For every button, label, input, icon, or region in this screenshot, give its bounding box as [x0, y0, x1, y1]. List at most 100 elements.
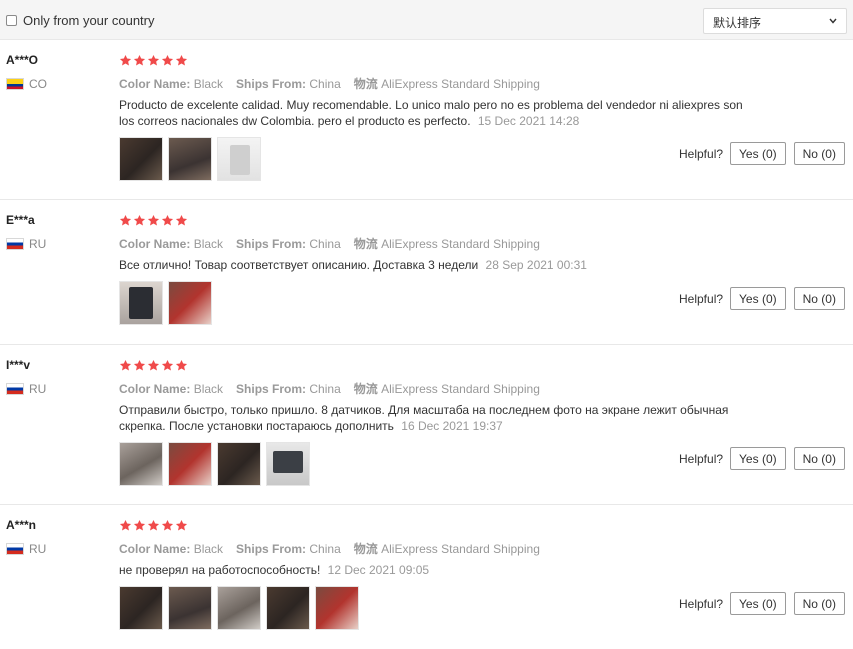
helpful-vote: Helpful? Yes (0) No (0)	[679, 447, 845, 470]
color-name-label: Color Name:	[119, 382, 191, 396]
review-item: A***n RU Color Name: Black Ships From: Ch…	[0, 505, 853, 649]
review-date: 15 Dec 2021 14:28	[477, 114, 580, 128]
helpful-yes-button[interactable]: Yes (0)	[730, 592, 786, 615]
country-checkbox[interactable]	[6, 15, 17, 26]
star-rating	[119, 519, 188, 532]
star-icon	[175, 54, 188, 66]
star-icon	[119, 214, 132, 226]
review-photo-thumbnail[interactable]	[217, 586, 261, 630]
review-photo-thumbnail[interactable]	[168, 281, 212, 325]
reviewer-country: CO	[6, 77, 47, 91]
star-icon	[147, 54, 160, 66]
ships-from-value: China	[309, 542, 341, 556]
order-info: Color Name: Black Ships From: China 物流 Ali…	[119, 540, 540, 557]
shipping-method-value: AliExpress Standard Shipping	[381, 382, 540, 396]
russia-flag-icon	[6, 543, 24, 555]
order-info: Color Name: Black Ships From: China 物流 Ali…	[119, 75, 540, 92]
review-photo-thumbnail[interactable]	[266, 442, 310, 486]
logistics-label: 物流	[353, 77, 378, 91]
star-rating	[119, 214, 188, 227]
reviewer-name: A***n	[6, 518, 37, 532]
helpful-vote: Helpful? Yes (0) No (0)	[679, 592, 845, 615]
helpful-yes-button[interactable]: Yes (0)	[730, 447, 786, 470]
color-value: Black	[193, 77, 224, 91]
helpful-no-button[interactable]: No (0)	[793, 287, 845, 310]
review-item: I***v RU Color Name: Black Ships From: Ch…	[0, 345, 853, 505]
shipping-method-value: AliExpress Standard Shipping	[381, 237, 540, 251]
logistics-label: 物流	[353, 237, 378, 251]
chevron-down-icon	[829, 18, 837, 24]
review-photo-thumbnail[interactable]	[119, 586, 163, 630]
helpful-no-button[interactable]: No (0)	[793, 142, 845, 165]
review-photo-thumbnail[interactable]	[168, 442, 212, 486]
star-icon	[161, 519, 174, 531]
shipping-method-value: AliExpress Standard Shipping	[381, 77, 540, 91]
order-info: Color Name: Black Ships From: China 物流 Ali…	[119, 380, 540, 397]
helpful-label: Helpful?	[679, 451, 724, 466]
ships-from-label: Ships From:	[236, 237, 307, 251]
review-photo-thumbnail[interactable]	[119, 137, 163, 181]
reviewer-country: RU	[6, 382, 46, 396]
review-photo-thumbnail[interactable]	[217, 137, 261, 181]
ships-from-value: China	[309, 237, 341, 251]
star-icon	[175, 519, 188, 531]
review-text: Все отлично! Товар соответствует описани…	[119, 258, 479, 272]
helpful-no-button[interactable]: No (0)	[793, 447, 845, 470]
helpful-label: Helpful?	[679, 291, 724, 306]
sort-dropdown-value: 默认排序	[713, 16, 762, 30]
country-code: CO	[29, 77, 47, 91]
ships-from-label: Ships From:	[236, 382, 307, 396]
review-date: 12 Dec 2021 09:05	[327, 563, 430, 577]
review-body: Все отлично! Товар соответствует описани…	[119, 257, 759, 273]
color-name-label: Color Name:	[119, 237, 191, 251]
sort-dropdown[interactable]: 默认排序	[703, 8, 847, 34]
helpful-vote: Helpful? Yes (0) No (0)	[679, 142, 845, 165]
review-photo-thumbnail[interactable]	[315, 586, 359, 630]
helpful-no-button[interactable]: No (0)	[793, 592, 845, 615]
star-icon	[133, 359, 146, 371]
star-rating	[119, 359, 188, 372]
ships-from-label: Ships From:	[236, 542, 307, 556]
review-body: Отправили быстро, только пришло. 8 датчи…	[119, 402, 759, 434]
color-name-label: Color Name:	[119, 542, 191, 556]
only-from-country-filter[interactable]: Only from your country	[6, 13, 155, 28]
review-photo-thumbnail[interactable]	[168, 137, 212, 181]
review-item: E***a RU Color Name: Black Ships From: Ch…	[0, 200, 853, 345]
review-text: не проверял на работоспособность!	[119, 563, 321, 577]
country-code: RU	[29, 237, 47, 251]
star-icon	[147, 359, 160, 371]
star-icon	[119, 519, 132, 531]
review-photo-thumbnail[interactable]	[119, 281, 163, 325]
star-icon	[161, 214, 174, 226]
helpful-yes-button[interactable]: Yes (0)	[730, 287, 786, 310]
review-photos	[119, 586, 359, 630]
ships-from-label: Ships From:	[236, 77, 307, 91]
logistics-label: 物流	[353, 542, 378, 556]
russia-flag-icon	[6, 383, 24, 395]
helpful-vote: Helpful? Yes (0) No (0)	[679, 287, 845, 310]
helpful-yes-button[interactable]: Yes (0)	[730, 142, 786, 165]
russia-flag-icon	[6, 238, 24, 250]
country-code: RU	[29, 382, 47, 396]
shipping-method-value: AliExpress Standard Shipping	[381, 542, 540, 556]
star-icon	[175, 214, 188, 226]
color-value: Black	[193, 237, 224, 251]
star-icon	[147, 519, 160, 531]
review-photo-thumbnail[interactable]	[217, 442, 261, 486]
ships-from-value: China	[309, 382, 341, 396]
review-body: не проверял на работоспособность! 12 Dec…	[119, 562, 759, 578]
review-photo-thumbnail[interactable]	[119, 442, 163, 486]
color-value: Black	[193, 382, 224, 396]
review-photo-thumbnail[interactable]	[168, 586, 212, 630]
country-code: RU	[29, 542, 47, 556]
review-text: Producto de excelente calidad. Muy recom…	[119, 98, 743, 128]
review-photos	[119, 281, 212, 325]
color-value: Black	[193, 542, 224, 556]
review-date: 28 Sep 2021 00:31	[485, 258, 587, 272]
review-photo-thumbnail[interactable]	[266, 586, 310, 630]
reviewer-name: A***O	[6, 53, 39, 67]
star-icon	[119, 54, 132, 66]
reviewer-name: I***v	[6, 358, 31, 372]
helpful-label: Helpful?	[679, 596, 724, 611]
colombia-flag-icon	[6, 78, 24, 90]
